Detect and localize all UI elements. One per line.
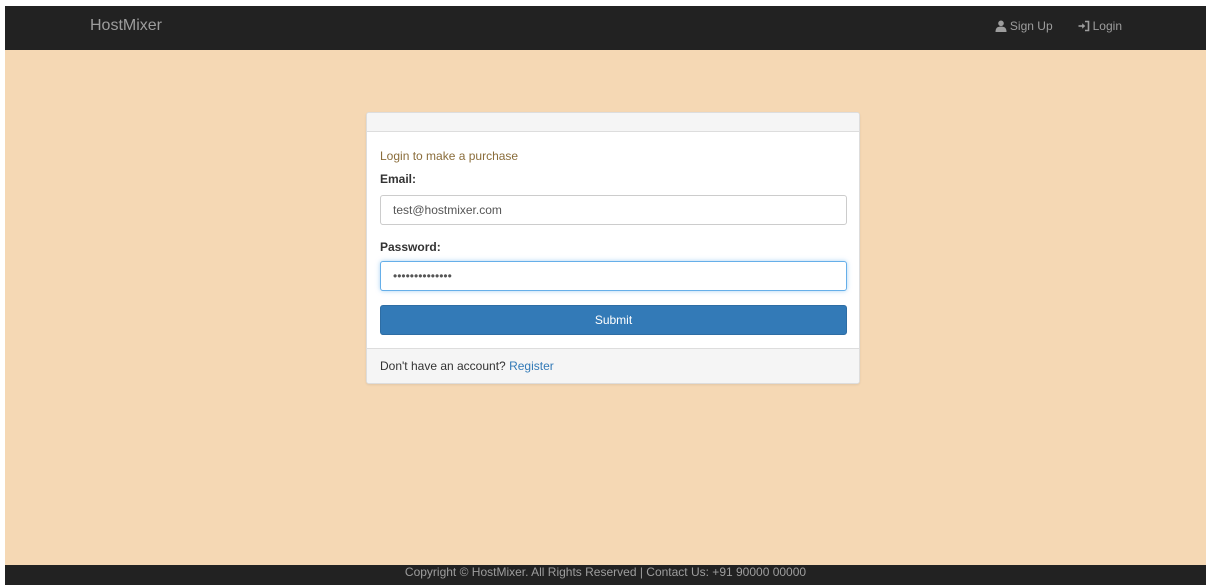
brand-link[interactable]: HostMixer <box>90 6 162 50</box>
password-input[interactable] <box>380 261 847 291</box>
signup-link[interactable]: Sign Up <box>995 19 1053 33</box>
email-input[interactable] <box>380 195 847 225</box>
login-form: Login to make a purchase Email: Password… <box>367 132 859 349</box>
submit-button[interactable]: Submit <box>380 305 847 335</box>
intro-text: Login to make a purchase <box>380 149 519 163</box>
copyright-text: Copyright © HostMixer. All Rights Reserv… <box>404 565 807 579</box>
signup-label: Sign Up <box>1009 19 1053 33</box>
password-label: Password: <box>380 240 441 254</box>
panel-footer: Don't have an account? Register <box>367 348 859 383</box>
log-in-icon <box>1078 20 1090 32</box>
register-link[interactable]: Register <box>509 359 554 373</box>
login-panel: Login to make a purchase Email: Password… <box>366 112 860 384</box>
email-label: Email: <box>380 172 417 186</box>
page: HostMixer Sign Up Login Login to make a … <box>5 6 1206 585</box>
panel-heading <box>367 113 859 132</box>
login-label: Login <box>1092 19 1122 33</box>
page-footer: Copyright © HostMixer. All Rights Reserv… <box>5 565 1206 585</box>
no-account-text: Don't have an account? <box>380 359 506 373</box>
login-link[interactable]: Login <box>1078 19 1122 33</box>
user-icon <box>995 20 1007 32</box>
navbar-right: Sign Up Login <box>995 6 1122 50</box>
navbar: HostMixer Sign Up Login <box>5 6 1206 50</box>
